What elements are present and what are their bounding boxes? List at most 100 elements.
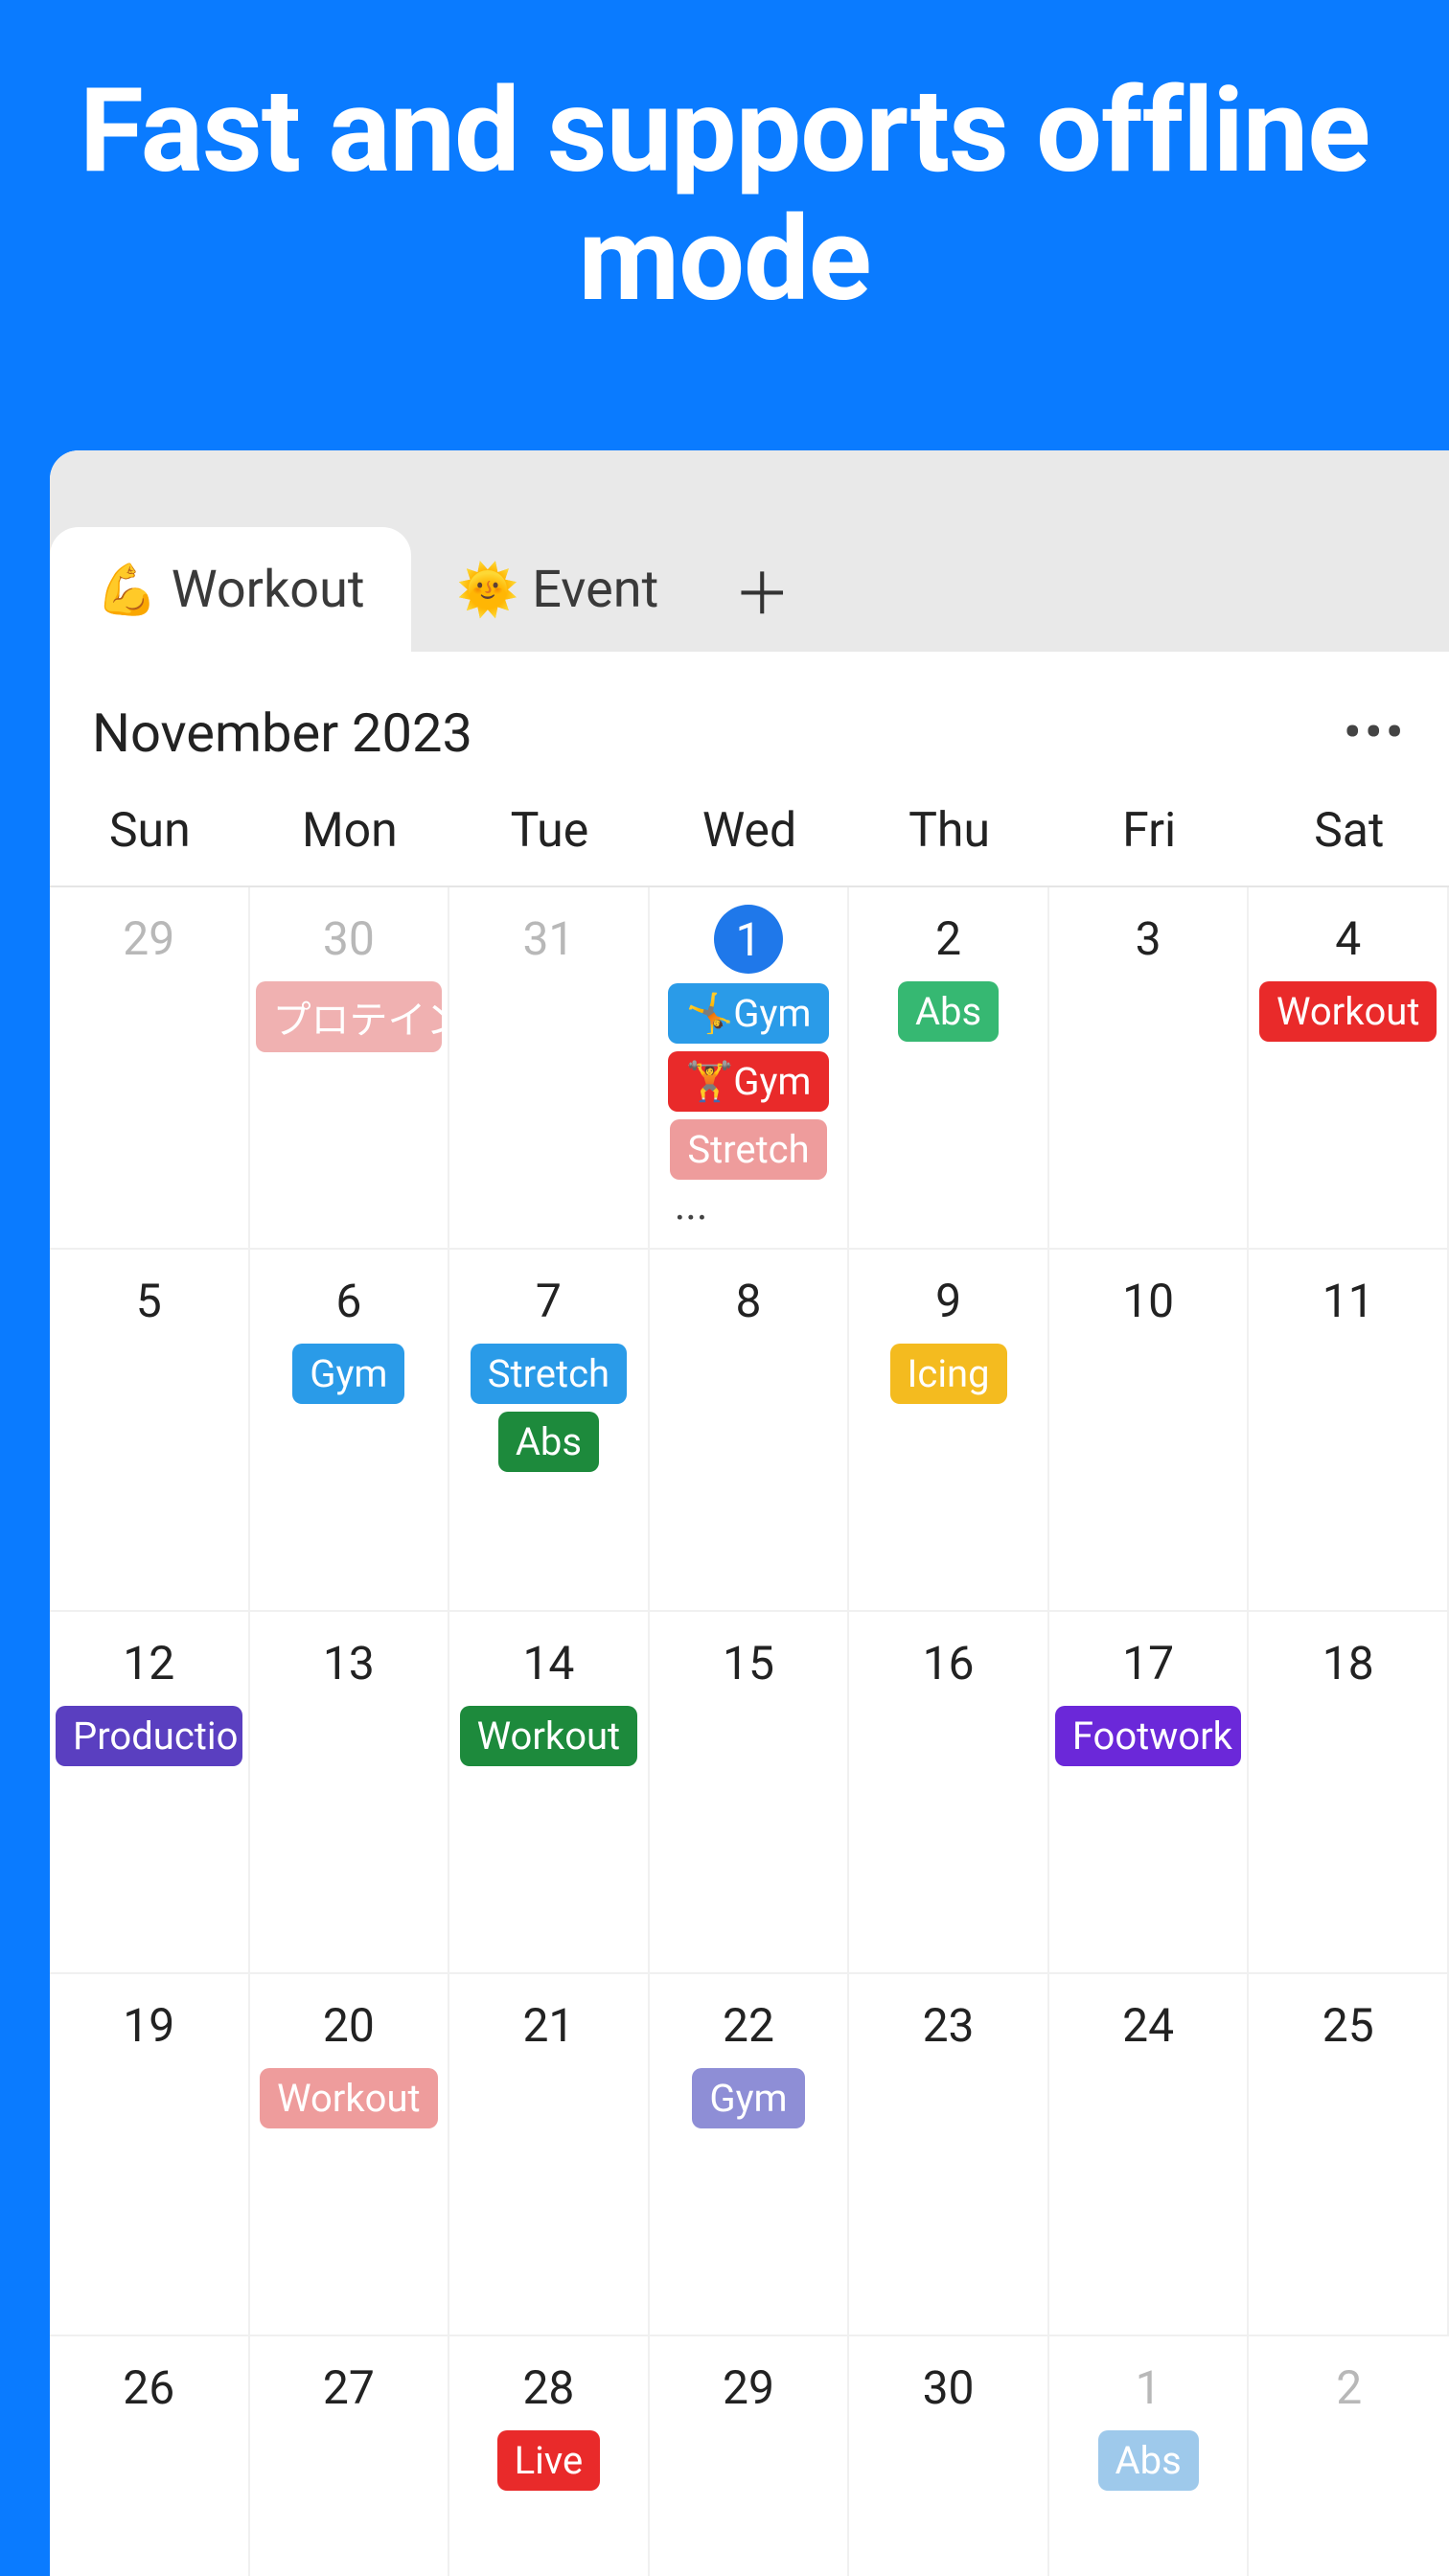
calendar-cell[interactable]: 10 — [1049, 1250, 1250, 1612]
event-chip[interactable]: Stretch — [471, 1344, 627, 1404]
calendar-cell[interactable]: 15 — [650, 1612, 850, 1974]
event-chip[interactable]: Footwork — [1055, 1706, 1242, 1766]
calendar-cell[interactable]: 21 — [449, 1974, 650, 2336]
calendar-cell[interactable]: 20 Workout — [250, 1974, 450, 2336]
calendar-grid: 2930プロテイン311🤸Gym🏋️GymStretch...2Abs34Wor… — [50, 886, 1449, 2576]
day-number: 6 — [335, 1267, 361, 1334]
event-list: Workout — [1254, 981, 1441, 1042]
calendar-cell[interactable]: 6 Gym — [250, 1250, 450, 1612]
event-chip[interactable]: Gym — [292, 1344, 404, 1404]
event-chip[interactable]: Productio — [56, 1706, 242, 1766]
event-chip[interactable]: Abs — [498, 1412, 599, 1472]
day-number: 13 — [323, 1629, 375, 1696]
weekday-header-row: Sun Mon Tue Wed Thu Fri Sat — [50, 803, 1449, 886]
event-chip[interactable]: Abs — [1098, 2430, 1199, 2491]
event-list: Live — [455, 2430, 642, 2491]
day-number: 1 — [714, 905, 783, 974]
calendar-cell[interactable]: 30 — [849, 2336, 1049, 2576]
calendar-cell[interactable]: 9Icing — [849, 1250, 1049, 1612]
weekday-label: Wed — [650, 803, 850, 859]
tab-event[interactable]: 🌞 Event — [411, 527, 705, 652]
event-chip[interactable]: Live — [497, 2430, 601, 2491]
day-number: 12 — [123, 1629, 174, 1696]
event-list: Productio — [56, 1706, 242, 1766]
day-number: 23 — [923, 1991, 975, 2058]
event-list: Gym — [256, 1344, 443, 1404]
calendar-cell[interactable]: 14 Workout — [449, 1612, 650, 1974]
calendar-cell[interactable]: 5 — [50, 1250, 250, 1612]
event-chip[interactable]: Abs — [898, 981, 999, 1042]
event-chip[interactable]: 🏋️Gym — [668, 1051, 828, 1112]
event-chip[interactable]: プロテイン — [256, 981, 443, 1052]
event-list: Workout — [455, 1706, 642, 1766]
calendar-cell[interactable]: 18 — [1249, 1612, 1449, 1974]
calendar-cell[interactable]: 4Workout — [1249, 887, 1449, 1250]
event-list: Stretch Abs — [455, 1344, 642, 1472]
calendar-cell[interactable]: 1 Abs — [1049, 2336, 1250, 2576]
day-number: 28 — [522, 2354, 574, 2421]
calendar-cell[interactable]: 7 Stretch Abs — [449, 1250, 650, 1612]
event-chip[interactable]: Workout — [260, 2068, 437, 2128]
calendar-cell[interactable]: 16 — [849, 1612, 1049, 1974]
calendar-cell[interactable]: 3 — [1049, 887, 1250, 1250]
day-number: 2 — [1336, 2354, 1362, 2421]
event-chip[interactable]: 🤸Gym — [668, 983, 828, 1044]
day-number: 17 — [1122, 1629, 1174, 1696]
event-chip[interactable]: Workout — [1259, 981, 1437, 1042]
event-chip[interactable]: Icing — [890, 1344, 1007, 1404]
day-number: 25 — [1322, 1991, 1374, 2058]
weekday-label: Mon — [250, 803, 450, 859]
calendar-cell[interactable]: 8 — [650, 1250, 850, 1612]
day-number: 30 — [323, 905, 375, 972]
calendar-cell[interactable]: 25 — [1249, 1974, 1449, 2336]
event-list: Gym — [656, 2068, 842, 2128]
event-list: Footwork — [1055, 1706, 1242, 1766]
event-chip[interactable]: Workout — [460, 1706, 637, 1766]
calendar-cell[interactable]: 12 Productio — [50, 1612, 250, 1974]
calendar-cell[interactable]: 2Abs — [849, 887, 1049, 1250]
calendar-cell[interactable]: 26 — [50, 2336, 250, 2576]
calendar-cell[interactable]: 28 Live — [449, 2336, 650, 2576]
day-number: 15 — [723, 1629, 774, 1696]
calendar-cell[interactable]: 29 — [650, 2336, 850, 2576]
event-chip[interactable]: Stretch — [670, 1119, 826, 1180]
tab-label: Workout — [172, 560, 365, 620]
calendar-cell[interactable]: 22Gym — [650, 1974, 850, 2336]
hero-headline: Fast and supports offline mode — [38, 67, 1411, 324]
calendar-cell[interactable]: 19 — [50, 1974, 250, 2336]
add-tab-button[interactable]: ＋ — [704, 527, 819, 652]
tab-workout[interactable]: 💪 Workout — [50, 527, 411, 652]
calendar-cell[interactable]: 23 — [849, 1974, 1049, 2336]
calendar-cell[interactable]: 24 — [1049, 1974, 1250, 2336]
calendar-cell[interactable]: 29 — [50, 887, 250, 1250]
calendar-cell[interactable]: 1 🤸Gym 🏋️Gym Stretch... — [650, 887, 850, 1250]
app-window: 💪 Workout 🌞 Event ＋ November 2023 ••• Su… — [50, 450, 1449, 2576]
day-number: 19 — [123, 1991, 174, 2058]
day-number: 8 — [736, 1267, 762, 1334]
day-number: 24 — [1122, 1991, 1174, 2058]
day-number: 31 — [522, 905, 574, 972]
event-chip[interactable]: Gym — [692, 2068, 804, 2128]
calendar-cell[interactable]: 27 — [250, 2336, 450, 2576]
day-number: 26 — [123, 2354, 174, 2421]
weekday-label: Thu — [849, 803, 1049, 859]
calendar-cell[interactable]: 17 Footwork — [1049, 1612, 1250, 1974]
sun-icon: 🌞 — [457, 561, 519, 619]
day-number: 1 — [1136, 2354, 1162, 2421]
day-number: 14 — [522, 1629, 574, 1696]
calendar-cell[interactable]: 2 — [1249, 2336, 1449, 2576]
calendar-cell[interactable]: 31 — [449, 887, 650, 1250]
more-options-button[interactable]: ••• — [1344, 705, 1407, 761]
calendar-cell[interactable]: 13 — [250, 1612, 450, 1974]
calendar-cell[interactable]: 11 — [1249, 1250, 1449, 1612]
event-list: Workout — [256, 2068, 443, 2128]
hero-banner: Fast and supports offline mode — [0, 0, 1449, 381]
calendar-cell[interactable]: 30 プロテイン — [250, 887, 450, 1250]
day-number: 29 — [123, 905, 174, 972]
more-events-indicator[interactable]: ... — [675, 1180, 708, 1230]
weekday-label: Tue — [449, 803, 650, 859]
day-number: 20 — [323, 1991, 375, 2058]
flexed-biceps-icon: 💪 — [96, 561, 158, 619]
day-number: 29 — [723, 2354, 774, 2421]
day-number: 7 — [536, 1267, 562, 1334]
